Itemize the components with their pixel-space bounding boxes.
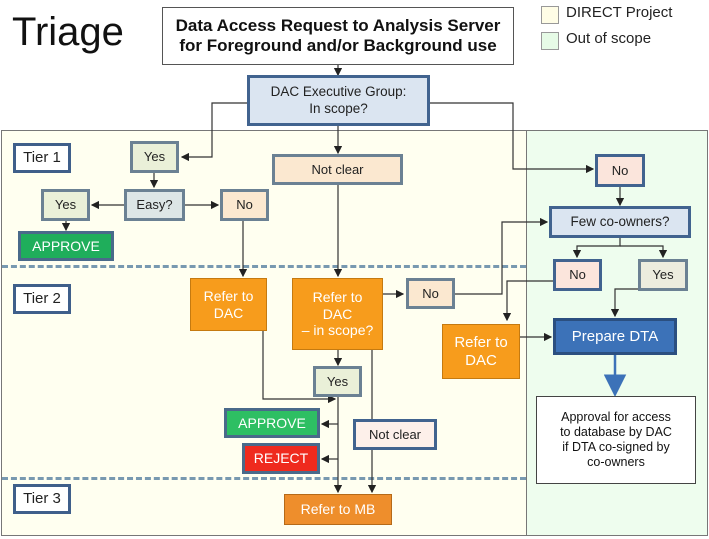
reject-outcome: REJECT	[242, 443, 320, 474]
easy-decision: Easy?	[124, 189, 185, 221]
few-coowners-no-node: No	[553, 259, 602, 291]
approve-tier1-outcome: APPROVE	[18, 231, 114, 261]
dac-executive-group-decision: DAC Executive Group: In scope?	[247, 75, 430, 126]
refer-to-mb-node: Refer to MB	[284, 494, 392, 525]
refer-to-dac-in-scope-node: Refer to DAC – in scope?	[292, 278, 383, 350]
few-coowners-decision: Few co-owners?	[549, 206, 691, 238]
refer-dac-left-line-1: Refer to	[203, 287, 254, 304]
arrow-few-to-no	[572, 238, 621, 259]
refer-to-dac-right-node: Refer to DAC	[442, 324, 520, 379]
in-scope-no-node: No	[595, 154, 645, 187]
approval-note: Approval for access to database by DAC i…	[536, 396, 696, 484]
tier-1-label: Tier 1	[13, 143, 71, 173]
tier2-not-clear-node: Not clear	[353, 419, 437, 450]
refer-dac-right-line-1: Refer to	[454, 333, 508, 351]
arrow-dac-exec-to-no	[430, 102, 595, 174]
approval-note-line-3: if DTA co-signed by	[562, 440, 670, 454]
arrow-few-to-yes	[620, 245, 668, 259]
refer-dac-scope-line-1: Refer to	[312, 288, 363, 305]
arrow-few-no-to-refer-dac	[502, 280, 553, 322]
refer-to-dac-node: Refer to DAC	[190, 278, 267, 331]
few-coowners-yes-node: Yes	[638, 259, 688, 291]
arrow-no-to-few-coowners-2	[455, 217, 549, 295]
in-scope-yes-node: Yes	[130, 141, 179, 173]
approval-note-line-1: Approval for access	[561, 410, 671, 424]
refer-dac-right-line-2: DAC	[465, 351, 497, 369]
in-scope-not-clear-node: Not clear	[272, 154, 403, 185]
refer-dac-scope-line-2: DAC	[322, 305, 353, 322]
tier-3-label: Tier 3	[13, 484, 71, 514]
approval-note-line-2: to database by DAC	[560, 425, 672, 439]
approve-tier2-outcome: APPROVE	[224, 408, 320, 438]
prepare-dta-node: Prepare DTA	[553, 318, 677, 355]
easy-yes-node: Yes	[41, 189, 90, 221]
arrow-few-yes-to-prepare-dta	[610, 288, 660, 318]
dac-exec-line-2: In scope?	[309, 100, 368, 116]
dac-exec-line-1: DAC Executive Group:	[270, 84, 407, 100]
easy-no-node: No	[220, 189, 269, 221]
refer-dac-left-line-2: DAC	[213, 304, 244, 321]
refer-dac-scope-line-3: – in scope?	[301, 322, 374, 339]
approval-note-line-4: co-owners	[587, 455, 645, 469]
dac-scope-yes-node: Yes	[313, 366, 362, 397]
tier-2-label: Tier 2	[13, 284, 71, 314]
arrow-dac-exec-to-yes	[180, 102, 247, 162]
dac-scope-no-node: No	[406, 278, 455, 309]
